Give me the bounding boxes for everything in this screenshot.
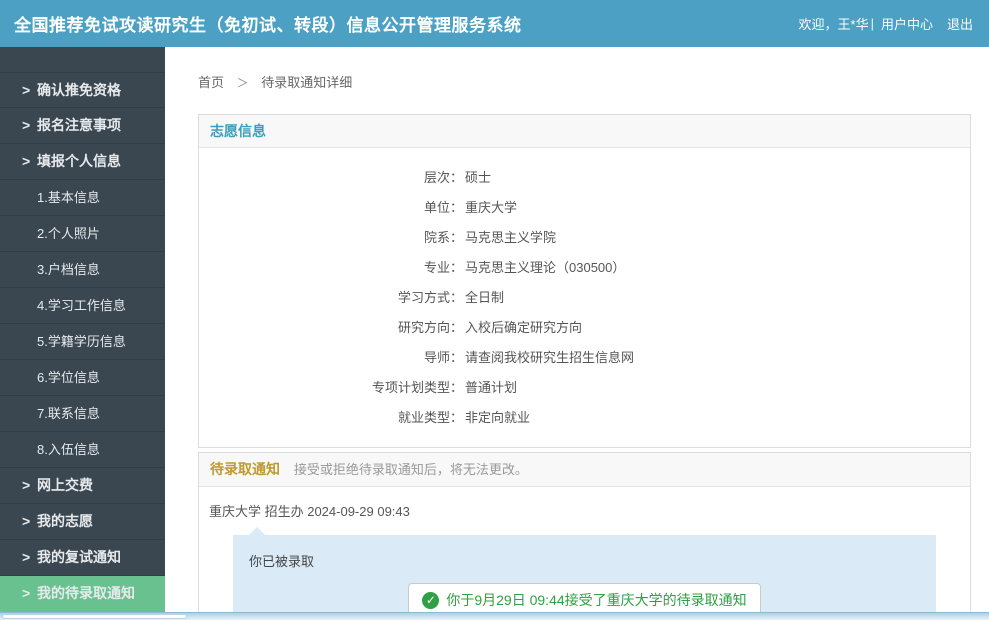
welcome-text: 欢迎，王*华	[798, 17, 869, 32]
sidebar-item-household-file[interactable]: 3.户档信息	[0, 252, 165, 288]
sidebar-item-label: 报名注意事项	[37, 117, 121, 133]
field-label: 研究方向：	[397, 320, 463, 335]
field-value: 请查阅我校研究生招生信息网	[465, 350, 635, 365]
field-label: 层次：	[423, 170, 463, 185]
admission-panel-note: 接受或拒绝待录取通知后，将无法更改。	[293, 462, 528, 477]
field-row-study-mode: 学习方式： 全日制	[199, 283, 970, 313]
field-row-research-direction: 研究方向： 入校后确定研究方向	[199, 313, 970, 343]
sidebar-item-label: 3.户档信息	[37, 262, 100, 277]
field-label: 专项计划类型：	[371, 380, 463, 395]
field-label: 学习方式：	[397, 290, 463, 305]
user-center-link[interactable]: 用户中心	[881, 14, 933, 33]
admission-panel-title: 待录取通知	[210, 461, 280, 477]
sidebar-item-label: 确认推免资格	[37, 81, 121, 98]
field-value: 重庆大学	[465, 200, 518, 215]
breadcrumb-current: 待录取通知详细	[261, 75, 353, 90]
field-value: 普通计划	[465, 380, 518, 395]
field-label: 院系：	[423, 230, 463, 245]
sidebar-item-my-retest-notice[interactable]: > 我的复试通知	[0, 540, 165, 576]
sidebar-item-label: 网上交费	[37, 477, 93, 493]
header-user-area: 欢迎，王*华 | 用户中心 退出	[799, 14, 973, 33]
logout-link[interactable]: 退出	[947, 14, 973, 33]
field-row-department: 院系： 马克思主义学院	[199, 223, 970, 253]
sidebar-item-label: 我的复试通知	[37, 549, 121, 565]
volunteer-panel-header: 志愿信息	[199, 115, 970, 148]
admitted-message: 你已被录取	[249, 554, 315, 569]
chevron-right-icon: >	[22, 585, 31, 601]
field-value: 非定向就业	[465, 410, 531, 425]
sidebar-item-label: 8.入伍信息	[37, 442, 100, 457]
sidebar-item-label: 我的志愿	[37, 513, 93, 529]
sidebar-item-personal-info[interactable]: > 填报个人信息	[0, 144, 165, 180]
admission-notice-panel: 待录取通知 接受或拒绝待录取通知后，将无法更改。 重庆大学 招生办 2024-0…	[198, 452, 971, 612]
field-label: 导师：	[423, 350, 463, 365]
sidebar-item-my-volunteer[interactable]: > 我的志愿	[0, 504, 165, 540]
check-circle-icon: ✓	[422, 591, 440, 609]
field-value: 马克思主义学院	[465, 230, 557, 245]
sidebar-item-photo[interactable]: 2.个人照片	[0, 216, 165, 252]
app-header: 全国推荐免试攻读研究生（免初试、转段）信息公开管理服务系统 欢迎，王*华 | 用…	[0, 0, 989, 47]
chevron-right-icon: >	[22, 549, 31, 565]
field-label: 单位：	[423, 200, 463, 215]
sidebar-item-basic-info[interactable]: 1.基本信息	[0, 180, 165, 216]
field-label: 就业类型：	[397, 410, 463, 425]
chevron-right-icon: >	[22, 513, 31, 529]
sidebar-item-label: 1.基本信息	[37, 190, 100, 205]
sidebar-item-label: 7.联系信息	[37, 406, 100, 421]
breadcrumb-home[interactable]: 首页	[198, 75, 224, 90]
notice-sender-timestamp: 重庆大学 招生办 2024-09-29 09:43	[209, 504, 410, 519]
sidebar-item-registration-notes[interactable]: > 报名注意事项	[0, 108, 165, 144]
field-row-special-plan: 专项计划类型： 普通计划	[199, 373, 970, 403]
chevron-right-icon: >	[22, 153, 31, 169]
sidebar-item-label: 4.学习工作信息	[37, 298, 126, 313]
field-row-level: 层次： 硕士	[199, 163, 970, 193]
sidebar-item-online-payment[interactable]: > 网上交费	[0, 468, 165, 504]
accept-status-box[interactable]: ✓ 你于9月29日 09:44接受了重庆大学的待录取通知	[408, 583, 761, 612]
sidebar-item-confirm-qualification[interactable]: > 确认推免资格	[0, 72, 165, 108]
field-label: 专业：	[423, 260, 463, 275]
chevron-right-icon: >	[22, 477, 31, 493]
notice-message-bubble: 你已被录取 ✓ 你于9月29日 09:44接受了重庆大学的待录取通知	[233, 527, 936, 612]
field-row-advisor: 导师： 请查阅我校研究生招生信息网	[199, 343, 970, 373]
breadcrumb: 首页 ＞ 待录取通知详细	[198, 72, 989, 91]
breadcrumb-separator-icon: ＞	[236, 76, 249, 90]
accept-status-text: 你于9月29日 09:44接受了重庆大学的待录取通知	[446, 592, 747, 608]
horizontal-scrollbar[interactable]	[0, 612, 989, 620]
field-value: 全日制	[465, 290, 505, 305]
admission-panel-header: 待录取通知 接受或拒绝待录取通知后，将无法更改。	[199, 453, 970, 487]
sidebar-item-label: 5.学籍学历信息	[37, 334, 126, 349]
main-content: 首页 ＞ 待录取通知详细 志愿信息 层次： 硕士 单位： 重庆大学 院系： 马克…	[165, 47, 989, 612]
volunteer-fields: 层次： 硕士 单位： 重庆大学 院系： 马克思主义学院 专业： 马克思主义理论（…	[199, 148, 970, 447]
sidebar-item-label: 2.个人照片	[37, 226, 100, 241]
field-row-employment-type: 就业类型： 非定向就业	[199, 403, 970, 433]
sidebar-nav: > 确认推免资格 > 报名注意事项 > 填报个人信息 1.基本信息 2.个人照片…	[0, 47, 165, 612]
sidebar-item-enlistment-info[interactable]: 8.入伍信息	[0, 432, 165, 468]
sidebar-item-label: 我的待录取通知	[37, 585, 135, 601]
sidebar-item-label: 填报个人信息	[37, 153, 121, 169]
field-value: 硕士	[465, 170, 492, 185]
volunteer-info-panel: 志愿信息 层次： 硕士 单位： 重庆大学 院系： 马克思主义学院 专业： 马克思…	[198, 114, 971, 448]
field-value: 马克思主义理论（030500）	[465, 260, 626, 275]
header-divider: |	[870, 16, 874, 31]
chevron-right-icon: >	[22, 81, 31, 98]
field-value: 入校后确定研究方向	[465, 320, 583, 335]
chevron-right-icon: >	[22, 117, 31, 133]
sidebar-item-label: 6.学位信息	[37, 370, 100, 385]
sidebar-item-study-work-info[interactable]: 4.学习工作信息	[0, 288, 165, 324]
sidebar-item-contact-info[interactable]: 7.联系信息	[0, 396, 165, 432]
app-title: 全国推荐免试攻读研究生（免初试、转段）信息公开管理服务系统	[14, 16, 522, 35]
sidebar-item-my-admission-notice[interactable]: > 我的待录取通知	[0, 576, 165, 612]
volunteer-panel-title: 志愿信息	[210, 123, 266, 139]
field-row-unit: 单位： 重庆大学	[199, 193, 970, 223]
sidebar-item-degree-info[interactable]: 6.学位信息	[0, 360, 165, 396]
sidebar-item-student-status-info[interactable]: 5.学籍学历信息	[0, 324, 165, 360]
field-row-major: 专业： 马克思主义理论（030500）	[199, 253, 970, 283]
horizontal-scrollbar-thumb[interactable]	[2, 614, 187, 619]
